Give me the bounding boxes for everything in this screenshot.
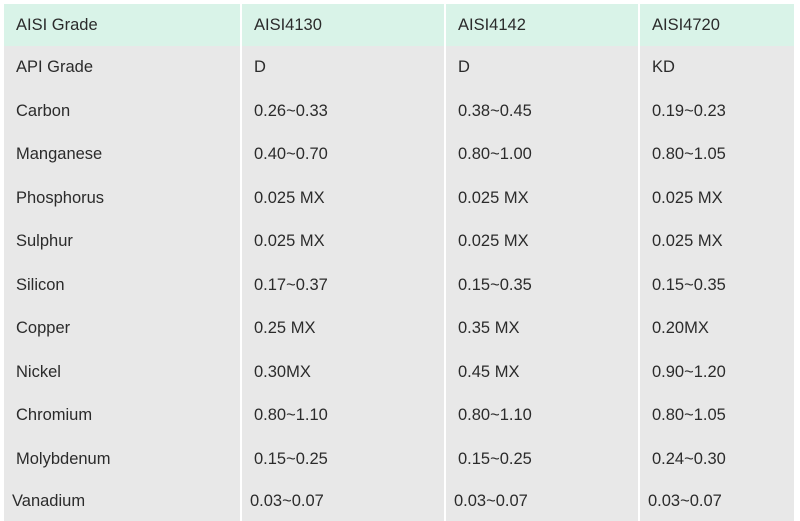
table-cell: 0.025 MX	[446, 176, 640, 220]
table-cell: 0.20MX	[640, 307, 794, 351]
table-row: Copper 0.25 MX 0.35 MX 0.20MX	[4, 307, 794, 351]
table-header: AISI Grade AISI4130 AISI4142 AISI4720	[4, 4, 794, 46]
table-cell: 0.35 MX	[446, 307, 640, 351]
header-aisi4130: AISI4130	[242, 4, 446, 46]
table-cell: KD	[640, 46, 794, 90]
row-label: Nickel	[4, 350, 242, 394]
row-label: Molybdenum	[4, 437, 242, 481]
table-cell: 0.80~1.10	[446, 394, 640, 438]
table-cell: 0.17~0.37	[242, 263, 446, 307]
table-body: API Grade D D KD Carbon 0.26~0.33 0.38~0…	[4, 46, 794, 521]
table-cell: 0.025 MX	[640, 220, 794, 264]
table-cell: 0.24~0.30	[640, 437, 794, 481]
header-aisi-grade: AISI Grade	[4, 4, 242, 46]
table-cell: D	[242, 46, 446, 90]
table-cell: 0.03~0.07	[640, 481, 794, 521]
table-row: Molybdenum 0.15~0.25 0.15~0.25 0.24~0.30	[4, 437, 794, 481]
table-cell: 0.15~0.35	[640, 263, 794, 307]
table-cell: 0.15~0.25	[446, 437, 640, 481]
table-cell: 0.80~1.05	[640, 133, 794, 177]
table-cell: 0.45 MX	[446, 350, 640, 394]
table-cell: 0.80~1.05	[640, 394, 794, 438]
row-label: Carbon	[4, 89, 242, 133]
row-label: Manganese	[4, 133, 242, 177]
table-cell: 0.80~1.10	[242, 394, 446, 438]
table-row: Manganese 0.40~0.70 0.80~1.00 0.80~1.05	[4, 133, 794, 177]
table-row: Chromium 0.80~1.10 0.80~1.10 0.80~1.05	[4, 394, 794, 438]
table-cell: D	[446, 46, 640, 90]
table-cell: 0.025 MX	[640, 176, 794, 220]
table-cell: 0.80~1.00	[446, 133, 640, 177]
row-label: Chromium	[4, 394, 242, 438]
table-cell: 0.15~0.25	[242, 437, 446, 481]
row-label: Copper	[4, 307, 242, 351]
table-row: Nickel 0.30MX 0.45 MX 0.90~1.20	[4, 350, 794, 394]
table-row: API Grade D D KD	[4, 46, 794, 90]
steel-grade-table: AISI Grade AISI4130 AISI4142 AISI4720 AP…	[4, 4, 794, 521]
table-cell: 0.025 MX	[242, 220, 446, 264]
table-cell: 0.90~1.20	[640, 350, 794, 394]
table-row: Sulphur 0.025 MX 0.025 MX 0.025 MX	[4, 220, 794, 264]
header-aisi4720: AISI4720	[640, 4, 794, 46]
table-cell: 0.15~0.35	[446, 263, 640, 307]
table-cell: 0.30MX	[242, 350, 446, 394]
row-label: Sulphur	[4, 220, 242, 264]
table-cell: 0.40~0.70	[242, 133, 446, 177]
table-row: Carbon 0.26~0.33 0.38~0.45 0.19~0.23	[4, 89, 794, 133]
table-row: Silicon 0.17~0.37 0.15~0.35 0.15~0.35	[4, 263, 794, 307]
table-row: Phosphorus 0.025 MX 0.025 MX 0.025 MX	[4, 176, 794, 220]
table-cell: 0.25 MX	[242, 307, 446, 351]
table-cell: 0.025 MX	[242, 176, 446, 220]
row-label: API Grade	[4, 46, 242, 90]
table-cell: 0.26~0.33	[242, 89, 446, 133]
row-label: Phosphorus	[4, 176, 242, 220]
table-row: Vanadium 0.03~0.07 0.03~0.07 0.03~0.07	[4, 481, 794, 521]
table-cell: 0.025 MX	[446, 220, 640, 264]
table-cell: 0.19~0.23	[640, 89, 794, 133]
header-aisi4142: AISI4142	[446, 4, 640, 46]
row-label: Vanadium	[4, 481, 242, 521]
table-cell: 0.38~0.45	[446, 89, 640, 133]
row-label: Silicon	[4, 263, 242, 307]
header-row: AISI Grade AISI4130 AISI4142 AISI4720	[4, 4, 794, 46]
table-cell: 0.03~0.07	[242, 481, 446, 521]
table-cell: 0.03~0.07	[446, 481, 640, 521]
